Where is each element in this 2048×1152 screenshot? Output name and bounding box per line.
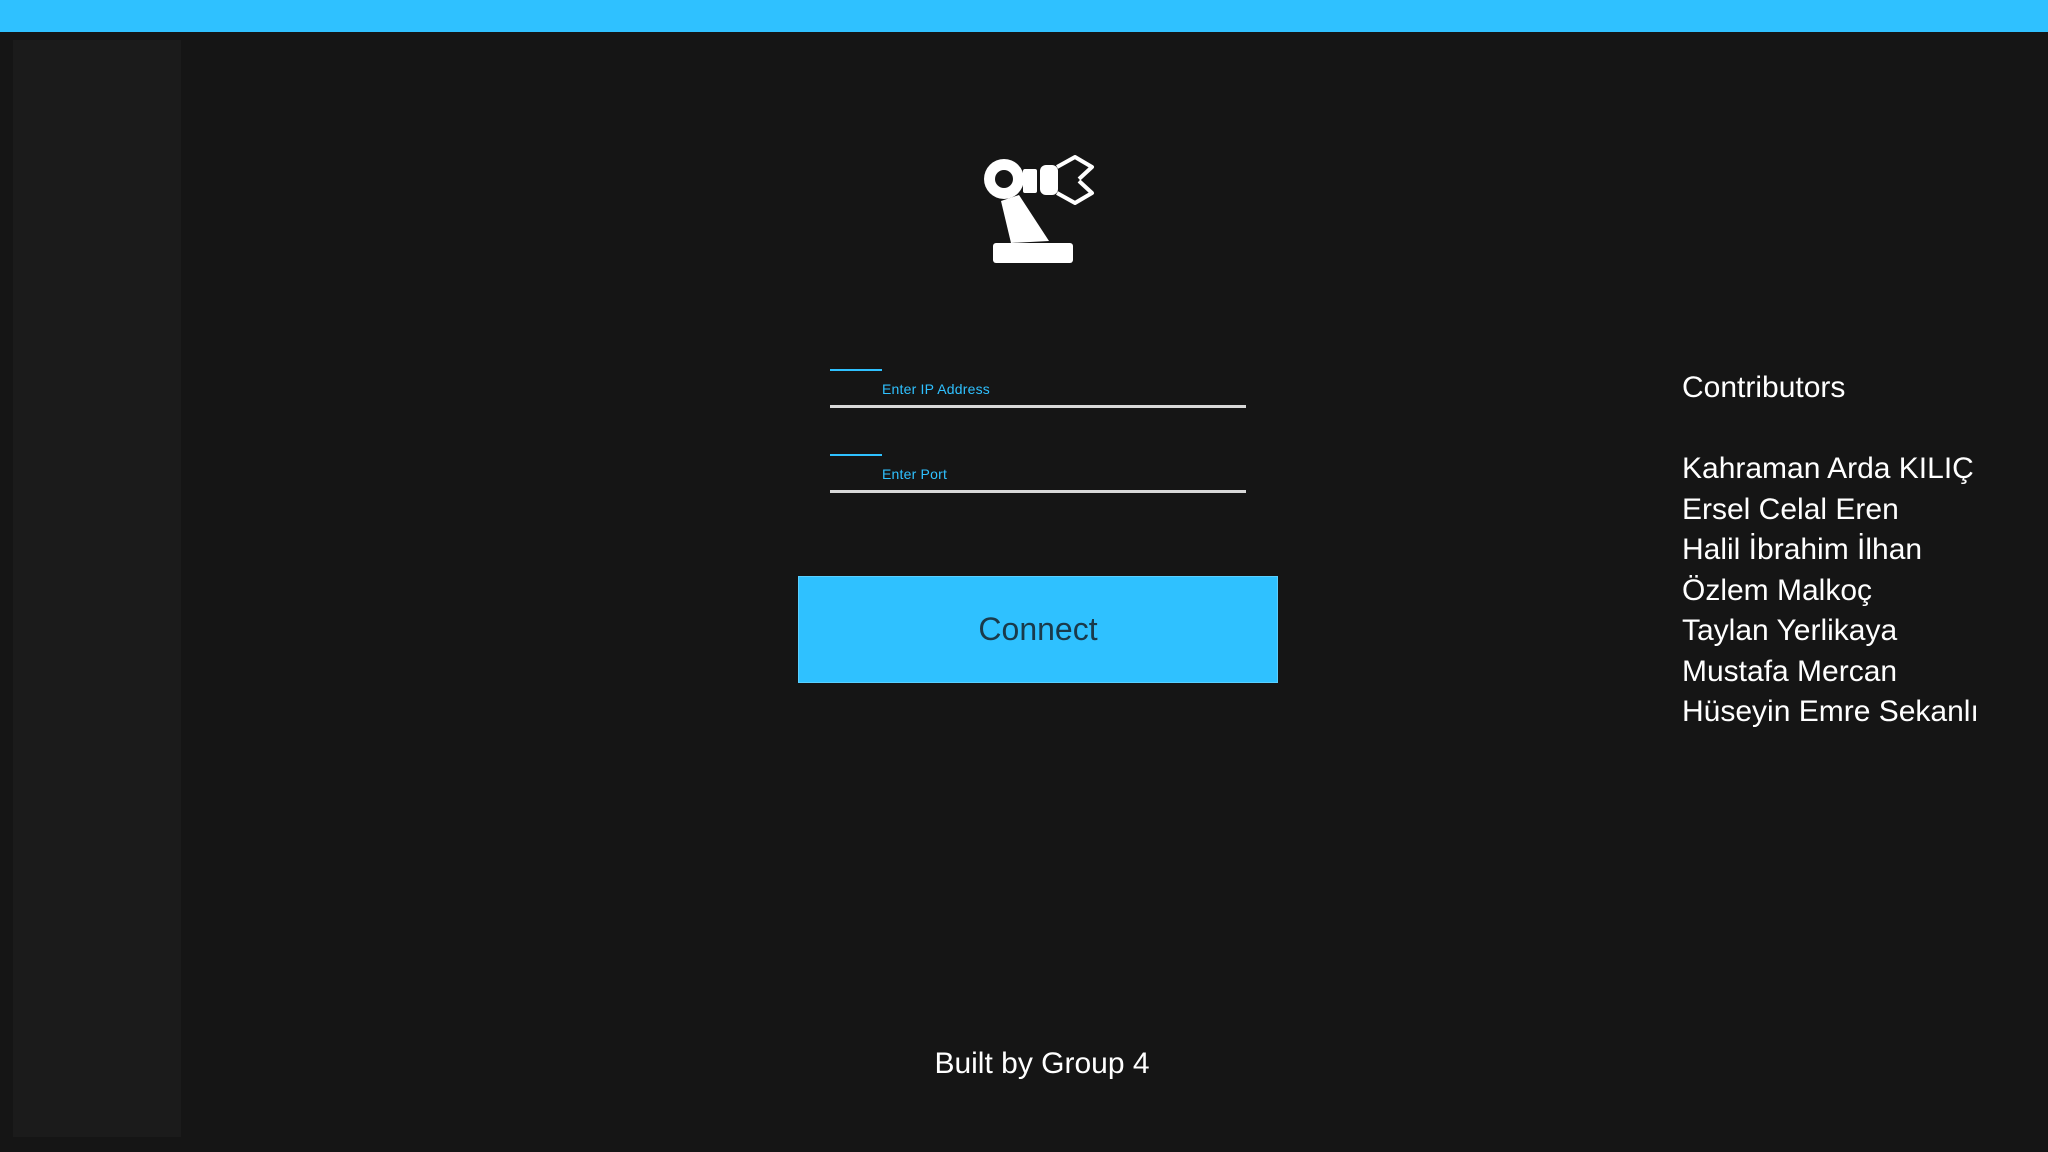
contributors-panel: Contributors Kahraman Arda KILIÇ Ersel C… (1682, 368, 1979, 733)
footer-credit: Built by Group 4 (934, 1047, 1150, 1080)
ip-field-accent (830, 369, 882, 371)
contributor-name: Halil İbrahim İlhan (1682, 533, 1923, 566)
ip-address-field[interactable]: Enter IP Address (830, 369, 1246, 409)
connect-button-label: Connect (978, 611, 1098, 647)
contributors-heading: Contributors (1682, 371, 1846, 404)
ip-address-label: Enter IP Address (882, 381, 991, 397)
port-field-accent (830, 454, 882, 456)
contributor-name: Mustafa Mercan (1682, 654, 1898, 688)
robot-arm-icon (979, 155, 1095, 265)
contributor-name: Taylan Yerlikaya (1682, 614, 1898, 647)
contributor-name: Özlem Malkoç (1682, 573, 1873, 607)
contributors-list: Kahraman Arda KILIÇ Ersel Celal Eren Hal… (1682, 449, 1979, 733)
top-accent-bar (0, 0, 2048, 32)
port-label: Enter Port (882, 466, 948, 482)
port-field-underline (830, 490, 1246, 493)
sidebar (13, 40, 181, 1137)
ip-field-underline (830, 405, 1246, 408)
contributor-name: Kahraman Arda KILIÇ (1682, 452, 1974, 485)
port-field[interactable]: Enter Port (830, 454, 1246, 494)
connect-button[interactable]: Connect (798, 576, 1278, 683)
contributor-name: Hüseyin Emre Sekanlı (1682, 695, 1979, 728)
contributor-name: Ersel Celal Eren (1682, 492, 1899, 526)
